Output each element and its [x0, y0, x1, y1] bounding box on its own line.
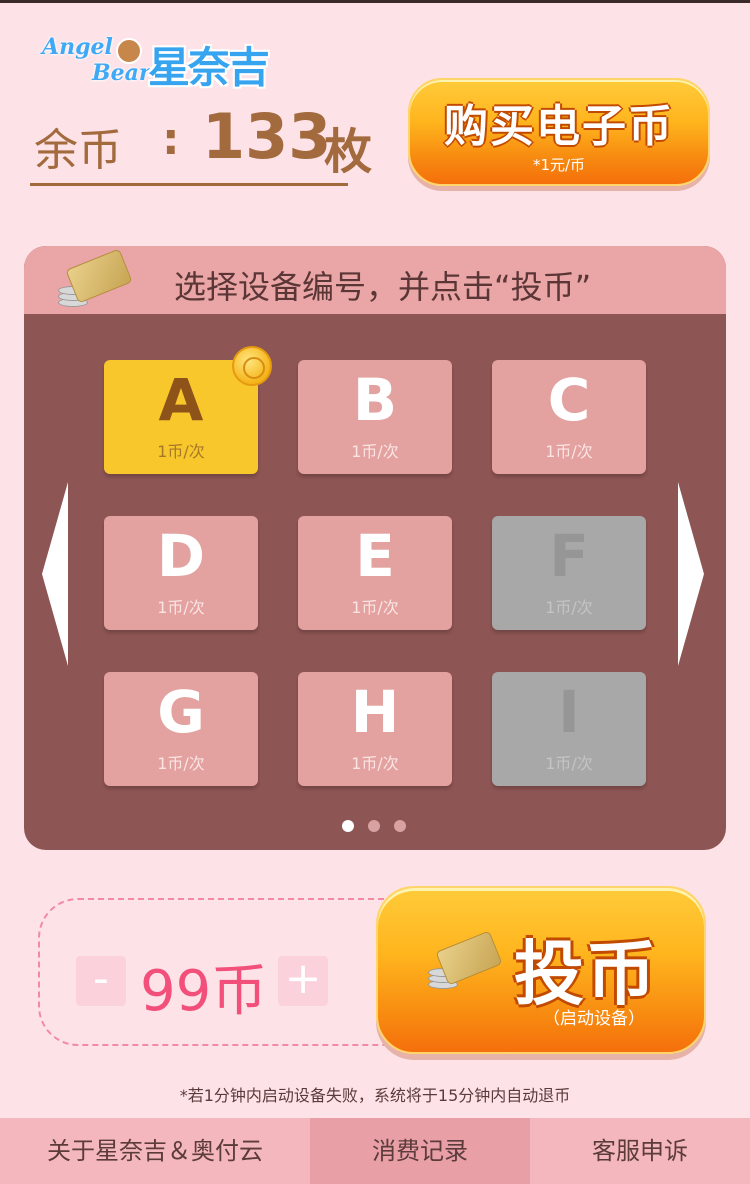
- buy-coins-price: *1元/币: [532, 156, 586, 174]
- device-letter: D: [156, 522, 206, 590]
- vip-card-icon: [54, 248, 133, 312]
- logo-word-bear: Bear: [92, 60, 151, 86]
- device-price: 1币/次: [157, 442, 205, 461]
- device-tile-e[interactable]: E 1币/次: [298, 516, 452, 630]
- device-tile-f[interactable]: F 1币/次: [492, 516, 646, 630]
- refund-notice: *若1分钟内启动设备失败，系统将于15分钟内自动退币: [179, 1086, 571, 1105]
- footer-about[interactable]: 关于星奈吉＆奥付云: [0, 1118, 310, 1184]
- balance-unit: 枚: [324, 124, 373, 180]
- device-tile-i[interactable]: I 1币/次: [492, 672, 646, 786]
- device-price: 1币/次: [157, 754, 205, 773]
- buy-coins-button[interactable]: 购买电子币 *1元/币: [408, 78, 710, 186]
- device-price: 1币/次: [545, 598, 593, 617]
- page-indicator: [342, 820, 422, 834]
- device-price: 1币/次: [351, 442, 399, 461]
- device-letter: H: [350, 678, 400, 746]
- balance-label: 余币: [34, 125, 122, 176]
- next-page-arrow-icon[interactable]: [678, 482, 704, 666]
- balance-colon: :: [162, 114, 180, 165]
- device-letter: B: [352, 366, 398, 434]
- device-price: 1币/次: [351, 754, 399, 773]
- brand-logo: Angel Bear 星奈吉: [40, 32, 270, 92]
- insert-coin-button[interactable]: 投币 （启动设备）: [376, 886, 706, 1054]
- device-letter: C: [547, 366, 591, 434]
- buy-coins-label: 购买电子币: [444, 101, 674, 152]
- device-tile-d[interactable]: D 1币/次: [104, 516, 258, 630]
- device-tile-c[interactable]: C 1币/次: [492, 360, 646, 474]
- increase-button[interactable]: +: [278, 956, 328, 1006]
- coin-amount-value: 99币: [140, 959, 268, 1024]
- device-price: 1币/次: [157, 598, 205, 617]
- status-bar-strip: [0, 0, 750, 3]
- selected-coin-icon: [232, 346, 272, 386]
- logo-chinese: 星奈吉: [148, 43, 270, 92]
- device-letter: F: [549, 522, 589, 590]
- device-price: 1币/次: [545, 442, 593, 461]
- device-letter: I: [558, 678, 580, 746]
- panel-title: 选择设备编号，并点击“投币”: [174, 268, 592, 306]
- device-tile-b[interactable]: B 1币/次: [298, 360, 452, 474]
- coin-balance: 余币 : 133 枚: [30, 100, 372, 186]
- footer-records[interactable]: 消费记录: [310, 1118, 530, 1184]
- device-price: 1币/次: [351, 598, 399, 617]
- panel-header: 选择设备编号，并点击“投币”: [24, 246, 726, 314]
- page-dot-1[interactable]: [342, 820, 354, 832]
- vip-card-icon: [424, 930, 503, 994]
- footer-nav: 关于星奈吉＆奥付云 消费记录 客服申诉: [0, 1118, 750, 1184]
- logo-english: Angel Bear: [40, 32, 150, 90]
- device-price: 1币/次: [545, 754, 593, 773]
- device-select-panel: 选择设备编号，并点击“投币” A 1币/次 B 1币/次 C 1币/次 D 1币/次 E 1币/次…: [24, 246, 726, 850]
- prev-page-arrow-icon[interactable]: [42, 482, 68, 666]
- device-tile-g[interactable]: G 1币/次: [104, 672, 258, 786]
- device-letter: G: [157, 678, 205, 746]
- balance-value: 133: [202, 100, 332, 173]
- device-letter: E: [355, 522, 395, 590]
- logo-word-angel: Angel: [42, 34, 113, 60]
- device-tile-h[interactable]: H 1币/次: [298, 672, 452, 786]
- decrease-button[interactable]: -: [76, 956, 126, 1006]
- device-tile-a[interactable]: A 1币/次: [104, 346, 272, 474]
- footer-complaint[interactable]: 客服申诉: [530, 1118, 750, 1184]
- page-dot-3[interactable]: [394, 820, 406, 832]
- insert-coin-sub: （启动设备）: [543, 1009, 645, 1029]
- page-dot-2[interactable]: [368, 820, 380, 832]
